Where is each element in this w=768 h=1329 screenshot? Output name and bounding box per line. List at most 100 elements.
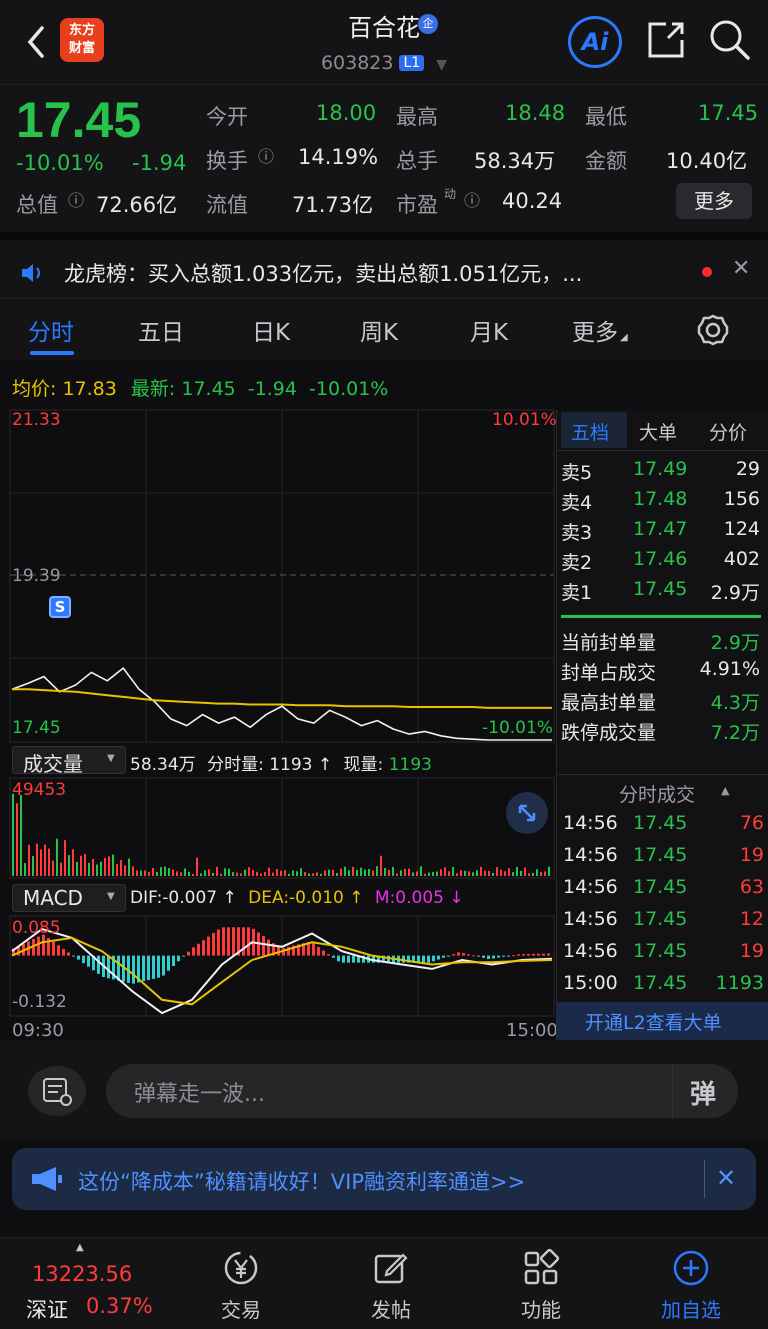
macd-histogram-bar: [432, 955, 435, 962]
volume-bar: [200, 873, 202, 876]
pct-axis-top: 10.01%: [492, 410, 557, 430]
turnover-label: 换手: [206, 149, 248, 173]
bid-ask-divider: [561, 615, 761, 618]
volume-bar: [440, 869, 442, 876]
volume-bar: [464, 870, 466, 876]
index-ticker[interactable]: ▲ 13223.56 深证 0.37%: [0, 1238, 160, 1329]
volume-bar: [16, 803, 18, 876]
macd-histogram-bar: [72, 955, 75, 957]
volume-bar: [292, 870, 294, 876]
macd-histogram-bar: [542, 953, 545, 956]
macd-histogram-bar: [317, 947, 320, 956]
tab-weekly-k[interactable]: 周K: [360, 313, 398, 347]
volume-bar: [296, 871, 298, 876]
ask-price: 17.49: [633, 458, 688, 480]
volume-bar: [500, 869, 502, 876]
ticks-title[interactable]: 分时成交: [619, 780, 695, 807]
volume-bar: [48, 848, 50, 876]
settings-gear-icon[interactable]: [696, 313, 730, 347]
tab-price-split[interactable]: 分价: [709, 418, 747, 445]
macd-histogram-bar: [472, 955, 475, 957]
volume-bar: [260, 873, 262, 876]
expand-up-icon: ▲: [76, 1242, 84, 1253]
volume-bar: [168, 868, 170, 876]
expand-chart-icon[interactable]: [506, 792, 548, 834]
banner-close-icon[interactable]: ✕: [716, 1164, 736, 1192]
current-price: 17.45: [16, 92, 142, 148]
tab-five-day[interactable]: 五日: [138, 313, 184, 347]
tab-big-order[interactable]: 大单: [639, 418, 677, 445]
danmu-send-button[interactable]: 弹: [690, 1074, 716, 1111]
info-icon[interactable]: ⓘ: [464, 187, 480, 211]
macd-histogram-bar: [477, 955, 480, 957]
tab-five-level[interactable]: 五档: [571, 418, 609, 445]
volume-bar: [356, 870, 358, 876]
minute-vol-value: 1193 ↑: [269, 755, 333, 775]
volume-bar: [116, 864, 118, 876]
volume-bar: [328, 869, 330, 876]
volume-bar: [256, 871, 258, 876]
l2-upgrade-link[interactable]: 开通L2查看大单: [557, 1002, 768, 1040]
info-icon[interactable]: ⓘ: [68, 187, 84, 211]
macd-histogram-bar: [267, 939, 270, 956]
macd-indicator-select[interactable]: MACD ▼: [12, 884, 126, 912]
danmu-toggle-icon[interactable]: [28, 1066, 86, 1116]
avg-value: 17.83: [62, 378, 117, 400]
volume-bar: [80, 855, 82, 876]
macd-histogram-bar: [332, 955, 335, 958]
macd-histogram-bar: [327, 954, 330, 956]
more-button[interactable]: 更多: [676, 183, 752, 219]
ask-label: 卖2: [561, 552, 593, 574]
seal-label: 封单占成交: [561, 662, 657, 684]
volume-label: 总手: [396, 149, 438, 173]
promo-banner[interactable]: 这份“降成本”秘籍请收好！VIP融资利率通道>> ✕: [12, 1148, 756, 1210]
volume-bar: [56, 838, 58, 876]
macd-histogram-bar: [442, 955, 445, 958]
macd-stats: DIF:-0.007 ↑ DEA:-0.010 ↑ M:0.005 ↓: [130, 888, 464, 908]
tab-monthly-k[interactable]: 月K: [470, 313, 508, 347]
pct-axis-bottom: -10.01%: [482, 718, 553, 738]
dragon-tiger-bar[interactable]: 龙虎榜：买入总额1.033亿元，卖出总额1.051亿元，... ✕: [0, 232, 768, 298]
macd-histogram-bar: [242, 927, 245, 956]
ask-price: 17.46: [633, 548, 688, 570]
macd-histogram-bar: [427, 955, 430, 963]
ai-assistant-icon[interactable]: Ai: [568, 16, 622, 68]
search-icon[interactable]: [706, 16, 752, 62]
volume-bar: [268, 867, 270, 876]
macd-histogram-bar: [497, 955, 500, 958]
volume-bar: [40, 849, 42, 876]
grid-apps-icon: [524, 1248, 560, 1285]
level-badge: L1: [399, 55, 425, 71]
nav-trade[interactable]: 交易: [186, 1248, 296, 1323]
macd-histogram-bar: [197, 943, 200, 956]
pe-value: 40.24: [502, 189, 563, 213]
macd-chart[interactable]: [0, 914, 556, 1018]
volume-bar: [384, 867, 386, 876]
volume-chart[interactable]: [0, 776, 556, 880]
volume-total: 58.34万: [130, 755, 196, 775]
close-icon[interactable]: ✕: [732, 256, 750, 281]
bottom-navigation: ▲ 13223.56 深证 0.37% 交易 发帖 功能 加自选: [0, 1237, 768, 1329]
macd-histogram-bar: [67, 952, 70, 956]
info-icon[interactable]: ⓘ: [258, 143, 274, 167]
volume-bar: [320, 873, 322, 876]
volume-bar: [484, 870, 486, 876]
nav-post[interactable]: 发帖: [336, 1248, 446, 1323]
ask-volume: 402: [723, 548, 760, 570]
volume-indicator-select[interactable]: 成交量 ▼: [12, 746, 126, 776]
y-axis-top: 21.33: [12, 410, 61, 430]
ask-price: 17.48: [633, 488, 688, 510]
danmu-input[interactable]: 弹幕走一波... 弹: [106, 1064, 738, 1118]
tab-intraday[interactable]: 分时: [28, 313, 74, 347]
intraday-price-chart[interactable]: [0, 408, 556, 744]
volume-bar: [524, 867, 526, 876]
tab-more[interactable]: 更多 ◢: [572, 313, 628, 347]
nav-add-watchlist[interactable]: 加自选: [636, 1248, 746, 1323]
tab-daily-k[interactable]: 日K: [252, 313, 290, 347]
dropdown-icon: ▼: [107, 891, 115, 902]
volume-bar: [128, 858, 130, 876]
nav-functions[interactable]: 功能: [486, 1248, 596, 1323]
s-point-marker[interactable]: S: [49, 596, 71, 618]
banner-text: 这份“降成本”秘籍请收好！VIP融资利率通道>>: [78, 1170, 526, 1194]
share-icon[interactable]: [644, 18, 688, 62]
